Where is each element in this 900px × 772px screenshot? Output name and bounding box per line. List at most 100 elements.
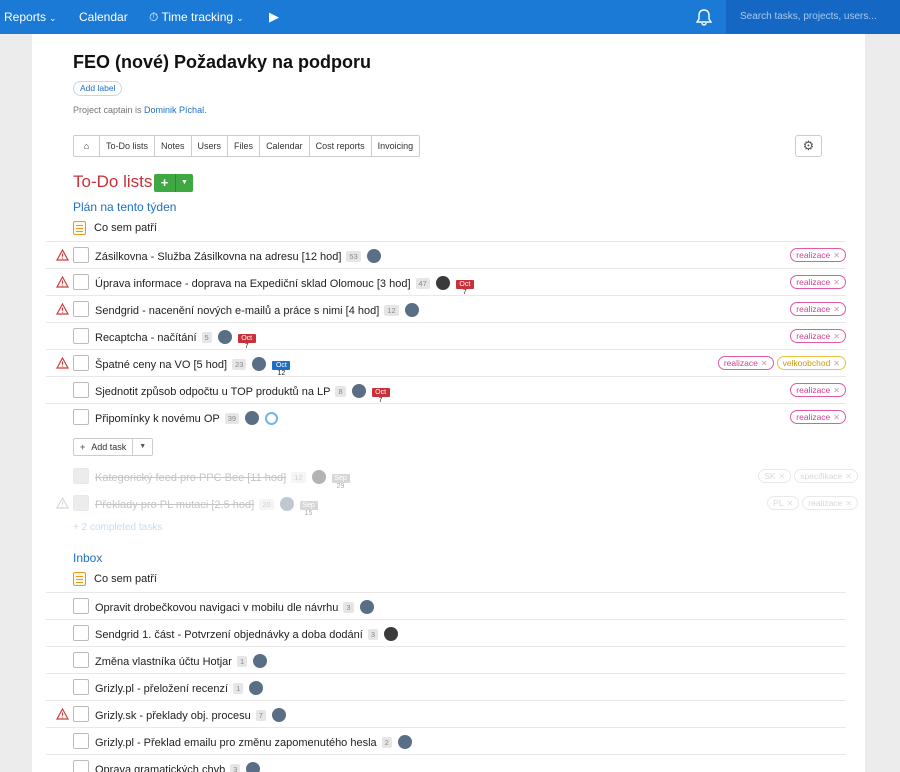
task-row[interactable]: Sendgrid 1. část - Potvrzení objednávky … <box>46 619 846 646</box>
task-row[interactable]: Špatné ceny na VO [5 hod] 23 Oct 12 realiza… <box>46 349 846 377</box>
task-name[interactable]: Oprava gramatických chyb <box>95 764 225 772</box>
task-checkbox[interactable] <box>73 625 89 641</box>
tab-calendar[interactable]: Calendar <box>260 136 310 156</box>
task-checkbox[interactable] <box>73 679 89 695</box>
task-checkbox[interactable] <box>73 706 89 722</box>
task-checkbox[interactable] <box>73 733 89 749</box>
task-checkbox[interactable] <box>73 598 89 614</box>
tag-velkoobchod[interactable]: velkoobchod ✕ <box>776 356 846 370</box>
task-checkbox[interactable] <box>73 328 89 344</box>
task-name[interactable]: Překlady pro PL mutaci [2.5 hod] <box>95 499 254 511</box>
task-checkbox[interactable] <box>73 409 89 425</box>
list-title-inbox[interactable]: Inbox <box>73 551 102 565</box>
tag-realizace[interactable]: realizace ✕ <box>717 356 774 370</box>
tag-realizace[interactable]: realizace ✕ <box>790 329 846 343</box>
tab-notes[interactable]: Notes <box>155 136 192 156</box>
task-name[interactable]: Recaptcha - načítání <box>95 332 197 344</box>
task-row[interactable]: Recaptcha - načítání 5 Oct 7 realizace ✕ <box>46 322 846 350</box>
task-name[interactable]: Sendgrid 1. část - Potvrzení objednávky … <box>95 629 363 641</box>
captain-link[interactable]: Dominik Píchal. <box>144 105 207 115</box>
task-row[interactable]: Připomínky k novému OP 39 realizace ✕ <box>46 403 846 430</box>
task-name[interactable]: Grizly.pl - přeložení recenzí <box>95 683 228 695</box>
task-name[interactable]: Zásilkovna - Služba Zásilkovna na adresu… <box>95 251 341 263</box>
tag-realizace[interactable]: realizace ✕ <box>790 248 846 262</box>
task-name[interactable]: Připomínky k novému OP <box>95 413 220 425</box>
tag-specifikace[interactable]: specifikace ✕ <box>794 469 858 483</box>
remove-tag-icon[interactable]: ✕ <box>833 359 840 368</box>
remove-tag-icon[interactable]: ✕ <box>833 332 840 341</box>
task-checkbox[interactable] <box>73 760 89 772</box>
tab-users[interactable]: Users <box>192 136 229 156</box>
task-checkbox[interactable] <box>73 301 89 317</box>
search-input[interactable]: Search tasks, projects, users... <box>726 0 900 34</box>
task-name[interactable]: Špatné ceny na VO [5 hod] <box>95 359 227 371</box>
remove-tag-icon[interactable]: ✕ <box>833 413 840 422</box>
remove-tag-icon[interactable]: ✕ <box>833 305 840 314</box>
add-task-dropdown[interactable]: ▼ <box>132 439 152 455</box>
remove-tag-icon[interactable]: ✕ <box>779 472 786 481</box>
tab-todo-lists[interactable]: To-Do lists <box>100 136 156 156</box>
task-row[interactable]: Grizly.pl - přeložení recenzí 1 <box>46 673 846 700</box>
task-name[interactable]: Změna vlastníka účtu Hotjar <box>95 656 232 668</box>
tab-cost-reports[interactable]: Cost reports <box>310 136 372 156</box>
add-list-dropdown[interactable]: ▼ <box>175 174 193 192</box>
tag-realizace[interactable]: realizace ✕ <box>790 275 846 289</box>
tag-realizace[interactable]: realizace ✕ <box>802 496 858 510</box>
comment-count: 2 <box>381 737 392 748</box>
list-note[interactable]: Co sem patří <box>73 221 157 235</box>
task-name[interactable]: Úprava informace - doprava na Expediční … <box>95 278 411 290</box>
task-row[interactable]: Zásilkovna - Služba Zásilkovna na adresu… <box>46 241 846 268</box>
task-checkbox[interactable] <box>73 652 89 668</box>
task-row[interactable]: Sjednotit způsob odpočtu u TOP produktů … <box>46 376 846 404</box>
project-tabs: ⌂ To-Do lists Notes Users Files Calendar… <box>73 135 421 157</box>
task-name[interactable]: Sjednotit způsob odpočtu u TOP produktů … <box>95 386 330 398</box>
task-row[interactable]: Opravit drobečkovou navigaci v mobilu dl… <box>46 592 846 619</box>
time-tracking-menu[interactable]: ⏱ Time tracking ⌄ <box>149 0 244 34</box>
completed-task-row[interactable]: Překlady pro PL mutaci [2.5 hod] 20 Sep 15 … <box>46 490 858 517</box>
remove-tag-icon[interactable]: ✕ <box>761 359 768 368</box>
tag-realizace[interactable]: realizace ✕ <box>790 302 846 316</box>
remove-tag-icon[interactable]: ✕ <box>833 278 840 287</box>
task-row[interactable]: Grizly.sk - překlady obj. procesu 7 <box>46 700 846 727</box>
reports-menu[interactable]: Reports ⌄ <box>4 0 57 34</box>
task-name[interactable]: Grizly.pl - Překlad emailu pro změnu zap… <box>95 737 377 749</box>
task-row[interactable]: Změna vlastníka účtu Hotjar 1 <box>46 646 846 673</box>
task-name[interactable]: Kategorický feed pro PPC Bee [11 hod] <box>95 472 286 484</box>
bell-icon[interactable] <box>694 8 714 26</box>
list-title-plan[interactable]: Plán na tento týden <box>73 200 176 214</box>
home-icon[interactable]: ⌂ <box>74 136 100 156</box>
task-checkbox-checked[interactable] <box>73 468 89 484</box>
tab-invoicing[interactable]: Invoicing <box>372 136 420 156</box>
tab-files[interactable]: Files <box>228 136 261 156</box>
remove-tag-icon[interactable]: ✕ <box>787 499 794 508</box>
remove-tag-icon[interactable]: ✕ <box>833 251 840 260</box>
task-checkbox[interactable] <box>73 247 89 263</box>
tag-realizace[interactable]: realizace ✕ <box>790 383 846 397</box>
task-row[interactable]: Úprava informace - doprava na Expediční … <box>46 268 846 296</box>
remove-tag-icon[interactable]: ✕ <box>833 386 840 395</box>
tag-realizace[interactable]: realizace ✕ <box>790 410 846 424</box>
task-row[interactable]: Grizly.pl - Překlad emailu pro změnu zap… <box>46 727 846 754</box>
list-note[interactable]: Co sem patří <box>73 572 157 586</box>
task-name[interactable]: Grizly.sk - překlady obj. procesu <box>95 710 251 722</box>
remove-tag-icon[interactable]: ✕ <box>845 499 852 508</box>
task-name[interactable]: Sendgrid - nacenění nových e-mailů a prá… <box>95 305 379 317</box>
gear-icon[interactable]: ⚙ <box>795 135 822 157</box>
remove-tag-icon[interactable]: ✕ <box>845 472 852 481</box>
task-checkbox[interactable] <box>73 355 89 371</box>
add-list-button[interactable]: + <box>154 174 175 192</box>
tag-pl[interactable]: PL ✕ <box>767 496 800 510</box>
add-label-button[interactable]: Add label <box>73 81 123 96</box>
task-name[interactable]: Opravit drobečkovou navigaci v mobilu dl… <box>95 602 338 614</box>
add-task-button[interactable]: + Add task ▼ <box>73 438 154 456</box>
tag-sk[interactable]: SK ✕ <box>758 469 792 483</box>
task-checkbox[interactable] <box>73 274 89 290</box>
calendar-link[interactable]: Calendar <box>79 0 128 34</box>
task-row[interactable]: Oprava gramatických chyb 3 <box>46 754 846 772</box>
play-timer-icon[interactable]: ▶ <box>269 0 279 34</box>
task-checkbox-checked[interactable] <box>73 495 89 511</box>
task-row[interactable]: Sendgrid - nacenění nových e-mailů a prá… <box>46 295 846 322</box>
completed-task-row[interactable]: Kategorický feed pro PPC Bee [11 hod] 12 S… <box>46 463 858 490</box>
task-checkbox[interactable] <box>73 382 89 398</box>
show-completed-link[interactable]: + 2 completed tasks <box>73 522 162 533</box>
